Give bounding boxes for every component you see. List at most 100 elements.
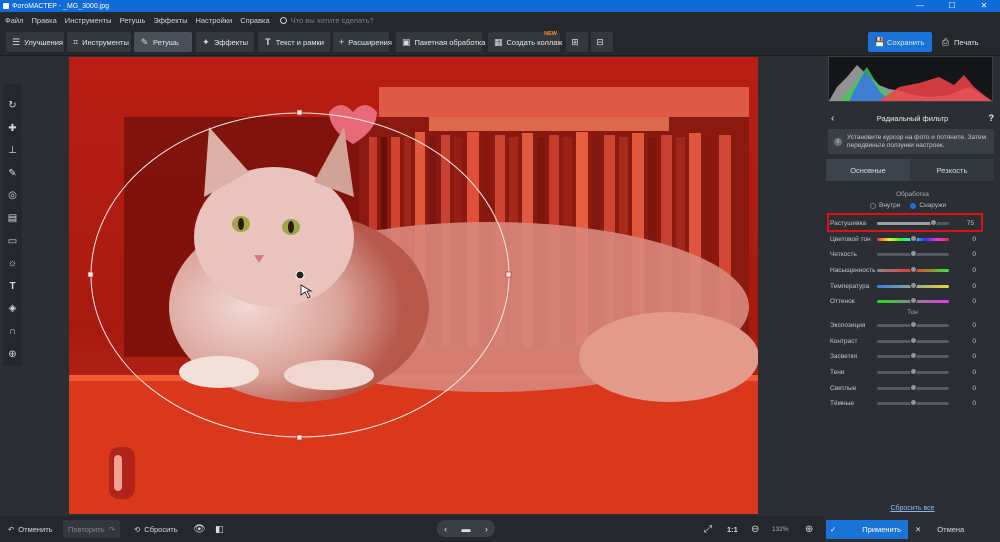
tab-label: Ретушь [153, 37, 179, 47]
slider-track[interactable] [877, 235, 949, 242]
app-icon [3, 3, 9, 9]
photo-navigation: ‹ ▬ › [437, 520, 495, 537]
histogram-graph [829, 65, 992, 101]
rotate-icon[interactable]: ↻ [7, 100, 19, 112]
slider-label: Оттенок [830, 297, 855, 305]
radio-inside[interactable] [870, 202, 876, 209]
text-icon[interactable]: T [7, 281, 19, 293]
next-photo-icon[interactable]: › [485, 524, 488, 534]
slider-track[interactable] [877, 250, 949, 257]
zoom-in-icon[interactable]: ⊕ [805, 520, 813, 538]
vignette-icon[interactable]: ▭ [7, 236, 19, 248]
menu-edit[interactable]: Правка [31, 16, 56, 25]
reset-label: Сбросить [144, 524, 178, 534]
eye-icon[interactable]: 👁 [193, 520, 206, 538]
check-icon: ✓ [830, 525, 837, 534]
export-photo-button[interactable]: ⊟ [591, 32, 613, 52]
menu-effects[interactable]: Эффекты [153, 16, 187, 25]
photo-canvas[interactable] [69, 57, 758, 514]
undo-button[interactable]: ↶ Отменить [8, 520, 53, 538]
fit-screen-icon[interactable]: ⤢ [704, 520, 712, 538]
sun-icon[interactable]: ☼ [7, 258, 19, 270]
slider-track[interactable] [877, 266, 949, 273]
slider-track[interactable] [877, 352, 949, 359]
tab-label: Текст и рамки [275, 37, 324, 47]
close-window-button[interactable]: ✕ [968, 0, 1000, 12]
stamp-icon[interactable]: ⊥ [7, 145, 19, 157]
menu-tools[interactable]: Инструменты [65, 16, 112, 25]
cancel-button[interactable]: ✕ Отмена [911, 520, 995, 539]
tab-basic[interactable]: Основные [826, 159, 910, 181]
radio-outside[interactable] [910, 202, 917, 209]
slider-track[interactable] [877, 321, 949, 328]
slider-knob[interactable] [909, 250, 917, 257]
tab-label: Расширения [348, 37, 392, 47]
help-icon[interactable]: ? [989, 113, 995, 123]
menu-file[interactable]: Файл [5, 16, 23, 25]
zoom-out-icon[interactable]: ⊖ [751, 520, 759, 538]
slider-row: Четкость 0 [830, 248, 980, 260]
tab-sharpness[interactable]: Резкость [910, 159, 994, 181]
slider-label: Контраст [830, 337, 858, 345]
maximize-button[interactable]: ☐ [936, 0, 968, 12]
menu-help[interactable]: Справка [240, 16, 269, 25]
tab-effects[interactable]: ✦ Эффекты [196, 32, 254, 52]
menu-bar: Файл Правка Инструменты Ретушь Эффекты Н… [0, 12, 1000, 28]
floppy-icon: 💾 [874, 36, 886, 47]
save-button[interactable]: 💾 Сохранить [868, 32, 932, 52]
slider-track[interactable] [877, 297, 949, 304]
search-icon [279, 16, 287, 24]
window-controls: — ☐ ✕ [904, 0, 1000, 12]
slider-knob[interactable] [909, 297, 917, 304]
slider-track[interactable] [877, 368, 949, 375]
brush-icon[interactable]: ✎ [7, 168, 19, 180]
slider-knob[interactable] [909, 352, 917, 359]
add-photo-button[interactable]: ⊞ [566, 32, 588, 52]
gradient-icon[interactable]: ▤ [7, 213, 19, 225]
tab-retouch[interactable]: ✎ Ретушь [134, 32, 192, 52]
slider-knob[interactable] [909, 282, 917, 289]
slider-value: 0 [972, 352, 976, 360]
menu-retouch[interactable]: Ретушь [120, 16, 146, 25]
slider-knob[interactable] [909, 384, 917, 391]
title-bar: ФотоМАСТЕР - _MG_3000.jpg — ☐ ✕ [0, 0, 1000, 12]
fill-icon[interactable]: ◈ [7, 303, 19, 315]
slider-track[interactable] [877, 384, 949, 391]
compare-icon[interactable]: ◧ [215, 520, 224, 538]
hint-text: Установите курсор на фото и потяните. За… [847, 133, 986, 149]
create-collage-button[interactable]: ▦ Создать коллаж NEW [488, 31, 562, 52]
slider-knob[interactable] [909, 368, 917, 375]
menu-search[interactable]: Что вы хотите сделать? [279, 16, 374, 25]
reset-button[interactable]: ⟲ Сбросить [134, 520, 178, 538]
slider-track[interactable] [877, 337, 949, 344]
redo-button[interactable]: Повторить ↷ [63, 520, 120, 538]
slider-track[interactable] [877, 282, 949, 289]
reset-icon: ⟲ [134, 524, 141, 534]
slider-knob[interactable] [909, 321, 917, 328]
slider-track[interactable] [877, 399, 949, 406]
magnet-icon[interactable]: ∩ [7, 326, 19, 338]
globe-icon[interactable]: ⊕ [7, 349, 19, 361]
tab-enhancements[interactable]: ☰ Улучшения [6, 32, 64, 52]
radial-icon[interactable]: ◎ [7, 190, 19, 202]
zoom-1to1-button[interactable]: 1:1 [727, 520, 738, 538]
slider-knob[interactable] [909, 235, 917, 242]
slider-knob[interactable] [909, 399, 917, 406]
folder-icon[interactable]: ▬ [461, 524, 470, 534]
reset-all-link[interactable]: Сбросить все [825, 505, 1000, 512]
tab-text-frames[interactable]: T Текст и рамки [258, 32, 330, 52]
retouch-tools-bar: ↻ ✚ ⊥ ✎ ◎ ▤ ▭ ☼ T ◈ ∩ ⊕ [3, 84, 22, 366]
menu-settings[interactable]: Настройки [195, 16, 232, 25]
bandage-icon[interactable]: ✚ [7, 123, 19, 135]
batch-processing-button[interactable]: ▣ Пакетная обработка [396, 32, 485, 52]
slider-knob[interactable] [909, 337, 917, 344]
tab-label: Улучшения [24, 37, 63, 47]
slider-knob[interactable] [909, 266, 917, 273]
slider-row: Экспозиция 0 [830, 319, 980, 331]
print-button[interactable]: ⎙ Печать [935, 32, 991, 52]
tab-tools[interactable]: ⌗ Инструменты [67, 32, 131, 52]
prev-photo-icon[interactable]: ‹ [444, 524, 447, 534]
apply-button[interactable]: ✓ Применить [826, 520, 908, 539]
tab-extensions[interactable]: + Расширения [333, 32, 392, 52]
minimize-button[interactable]: — [904, 0, 936, 12]
